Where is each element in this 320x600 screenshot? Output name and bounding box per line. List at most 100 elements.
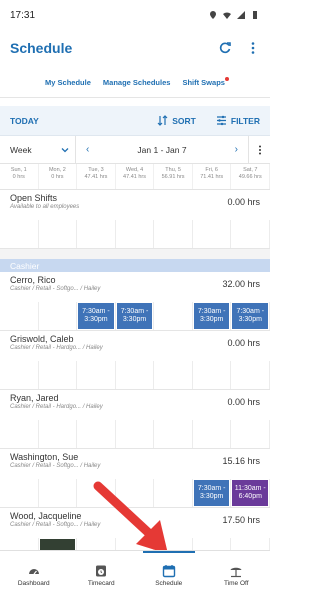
shift-block[interactable]: 7:30am - 3:30pm: [193, 303, 230, 329]
shift-cell[interactable]: [154, 420, 193, 448]
shift-grid: [0, 361, 271, 389]
shift-cell[interactable]: [154, 220, 193, 248]
shift-cell[interactable]: [39, 479, 78, 507]
day-hours: 47.41 hrs: [84, 173, 108, 180]
shift-cell[interactable]: 7:30am - 3:30pm: [77, 302, 116, 330]
shift-cell[interactable]: 7:30am - 3:30pm: [193, 302, 232, 330]
shift-cell[interactable]: [154, 361, 193, 389]
gauge-icon: [28, 569, 39, 575]
shift-cell[interactable]: [231, 361, 271, 389]
employee-name: Cerro, Rico: [10, 275, 56, 285]
status-bar: 17:31: [0, 0, 270, 30]
shift-cell[interactable]: [77, 220, 116, 248]
period-select[interactable]: Week: [0, 136, 76, 163]
day-header: Sat, 7 49.66 hrs: [231, 164, 271, 189]
employee-hours: 0.00 hrs: [227, 397, 260, 407]
nav-time-off[interactable]: Time Off: [203, 551, 271, 600]
app-header: Schedule: [0, 30, 270, 66]
shift-cell[interactable]: [193, 220, 232, 248]
open-shifts-hours: 0.00 hrs: [227, 197, 260, 207]
day-label: Wed, 4: [125, 167, 144, 173]
shift-cell[interactable]: [116, 361, 155, 389]
shift-cell[interactable]: [0, 220, 39, 248]
employee-hours: 15.16 hrs: [222, 456, 260, 466]
shift-block[interactable]: 7:30am - 3:30pm: [116, 303, 153, 329]
shift-cell[interactable]: [0, 479, 39, 507]
shift-cell[interactable]: [39, 420, 78, 448]
shift-cell[interactable]: 7:30am - 3:30pm: [231, 302, 271, 330]
nav-label: Schedule: [155, 580, 183, 587]
shift-cell[interactable]: [39, 302, 78, 330]
tab-shift-swaps[interactable]: Shift Swaps: [182, 77, 229, 87]
prev-week-button[interactable]: ‹: [86, 144, 89, 155]
shift-cell[interactable]: [39, 361, 78, 389]
next-week-button[interactable]: ›: [235, 144, 238, 155]
shift-cell[interactable]: [116, 420, 155, 448]
date-range-label: Jan 1 - Jan 7: [137, 144, 187, 155]
nav-dashboard[interactable]: Dashboard: [0, 551, 68, 600]
shift-grid: [0, 420, 271, 448]
day-hours: 49.66 hrs: [238, 173, 262, 180]
shift-cell[interactable]: [77, 361, 116, 389]
shift-cell[interactable]: [193, 361, 232, 389]
employee-name: Washington, Sue: [10, 452, 79, 462]
shift-cell[interactable]: 7:30am - 3:30pm: [193, 479, 232, 507]
nav-schedule[interactable]: Schedule: [135, 551, 203, 600]
calendar-icon: [162, 565, 175, 578]
shift-cell[interactable]: [77, 479, 116, 507]
shift-cell[interactable]: [231, 420, 271, 448]
day-hours: 56.91 hrs: [161, 173, 185, 180]
day-label: Sun, 1: [10, 167, 27, 173]
tab-my-schedule[interactable]: My Schedule: [45, 78, 91, 87]
shift-cell[interactable]: [193, 420, 232, 448]
shift-cell[interactable]: [0, 302, 39, 330]
tab-shift-swaps-label: Shift Swaps: [182, 78, 225, 87]
shift-cell[interactable]: [231, 220, 271, 248]
nav-label: Timecard: [87, 580, 115, 587]
refresh-icon[interactable]: [218, 41, 232, 55]
more-vert-icon[interactable]: [246, 41, 260, 55]
filter-button[interactable]: FILTER: [216, 115, 260, 126]
period-label: Week: [10, 144, 32, 155]
employee-row[interactable]: Cerro, Rico Cashier / Retail - Softgo...…: [0, 272, 271, 331]
shift-cell[interactable]: [0, 361, 39, 389]
employee-name: Griswold, Caleb: [10, 334, 74, 344]
section-header: Cashier: [0, 259, 270, 272]
shift-grid: [0, 220, 271, 248]
day-hours: 0 hrs: [12, 173, 25, 180]
day-header: Tue, 3 47.41 hrs: [77, 164, 116, 189]
shift-cell[interactable]: 11:30am - 6:40pm: [231, 479, 271, 507]
employee-row[interactable]: Griswold, Caleb Cashier / Retail - Hardg…: [0, 331, 271, 390]
tab-manage-schedules[interactable]: Manage Schedules: [103, 78, 171, 87]
chevron-down-icon: [61, 147, 69, 152]
bottom-nav: Dashboard Timecard Schedule Time Off: [0, 550, 270, 600]
shift-cell[interactable]: [116, 220, 155, 248]
shift-cell[interactable]: 7:30am - 3:30pm: [116, 302, 155, 330]
shift-cell[interactable]: [0, 420, 39, 448]
employee-hours: 0.00 hrs: [227, 338, 260, 348]
day-header: Fri, 6 71.41 hrs: [193, 164, 232, 189]
shift-block[interactable]: 7:30am - 3:30pm: [193, 480, 230, 506]
shift-block[interactable]: 11:30am - 6:40pm: [232, 480, 269, 506]
section-gap: [0, 249, 270, 259]
employee-row[interactable]: Washington, Sue Cashier / Retail - Softg…: [0, 449, 271, 508]
day-header-row: Sun, 10 hrs Mon, 20 hrs Tue, 3 47.41 hrs …: [0, 164, 271, 190]
day-label: Thu, 5: [165, 167, 181, 173]
nav-timecard[interactable]: Timecard: [68, 551, 136, 600]
sort-button[interactable]: SORT: [157, 115, 196, 126]
open-shifts-subtitle: Available to all employees: [10, 204, 80, 210]
shift-grid: 7:30am - 3:30pm 11:30am - 6:40pm: [0, 479, 271, 507]
shift-cell[interactable]: [154, 302, 193, 330]
week-more-button[interactable]: [248, 136, 270, 163]
status-icons: [208, 10, 260, 20]
today-button[interactable]: TODAY: [10, 116, 157, 126]
shift-block[interactable]: 7:30am - 3:30pm: [232, 303, 269, 329]
shift-cell[interactable]: [116, 479, 155, 507]
open-shifts-row[interactable]: Open Shifts Available to all employees 0…: [0, 190, 271, 249]
shift-cell[interactable]: [154, 479, 193, 507]
filter-icon: [216, 115, 226, 126]
employee-row[interactable]: Ryan, Jared Cashier / Retail - Hardgo...…: [0, 390, 271, 449]
shift-cell[interactable]: [39, 220, 78, 248]
shift-block[interactable]: 7:30am - 3:30pm: [78, 303, 114, 329]
shift-cell[interactable]: [77, 420, 116, 448]
